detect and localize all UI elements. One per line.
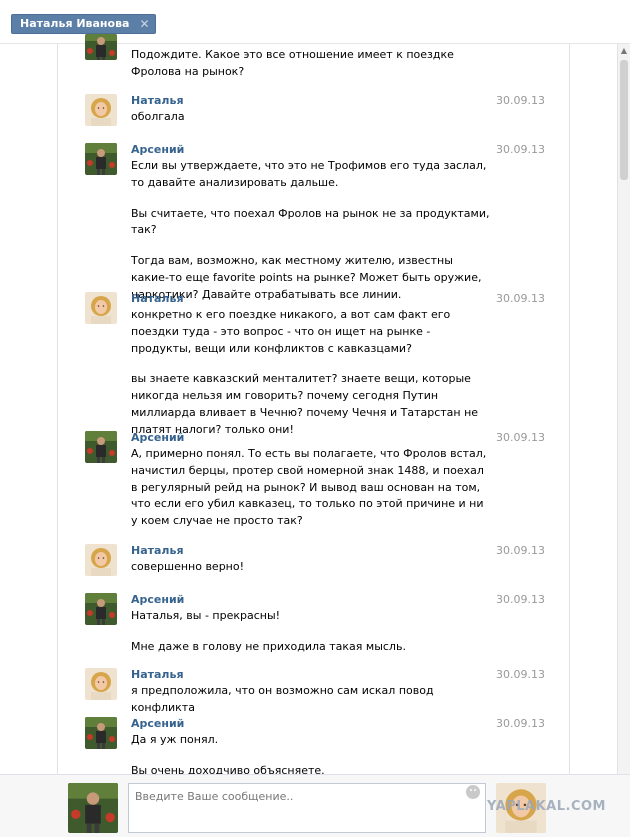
message-date: 30.09.13 [496, 593, 545, 606]
message-input[interactable] [128, 783, 486, 833]
close-icon[interactable]: ✕ [138, 18, 150, 30]
natalya-avatar[interactable] [85, 544, 117, 576]
message-text: Вы очень доходчиво объясняете. [131, 763, 325, 774]
arseny-avatar[interactable] [85, 593, 117, 625]
sender-name[interactable]: Наталья [131, 544, 491, 558]
arseny-avatar[interactable] [85, 717, 117, 749]
message-item: Арсений Да я уж понял. Вы очень доходчив… [85, 717, 545, 774]
message-text: Да я уж понял. [131, 733, 219, 746]
dialog-tab-label: Наталья Иванова [20, 17, 130, 30]
message-text: конкретно к его поездке никакого, а вот … [131, 308, 451, 355]
sender-name[interactable]: Наталья [131, 668, 491, 682]
sender-name[interactable]: Арсений [131, 143, 491, 157]
sender-name[interactable]: Арсений [131, 431, 491, 445]
smile-icon[interactable] [466, 785, 480, 799]
message-text: вы знаете кавказский менталитет? знаете … [131, 372, 479, 436]
message-text: А, примерно понял. То есть вы полагаете,… [131, 447, 487, 528]
arseny-avatar[interactable] [85, 431, 117, 463]
natalya-avatar[interactable] [85, 668, 117, 700]
message-date: 30.09.13 [496, 94, 545, 107]
message-text: Если вы утверждаете, что это не Трофимов… [131, 159, 487, 189]
message-text: Мне даже в голову не приходила такая мыс… [131, 639, 406, 653]
message-date: 30.09.13 [496, 668, 545, 681]
arseny-avatar[interactable] [85, 34, 117, 60]
message-text: совершенно верно! [131, 560, 245, 573]
message-date: 30.09.13 [496, 431, 545, 444]
message-date: 30.09.13 [496, 717, 545, 730]
own-avatar[interactable] [68, 783, 118, 833]
sender-name[interactable]: Наталья [131, 292, 491, 306]
message-text: Подождите. Какое это все отношение имеет… [131, 48, 454, 78]
sender-name[interactable]: Арсений [131, 717, 491, 731]
scrollbar[interactable]: ▲ [617, 44, 630, 774]
watermark: YAPLAKAL.COM [487, 799, 606, 814]
sender-name[interactable]: Арсений [131, 593, 491, 607]
message-text: Вы считаете, что поехал Фролов на рынок … [131, 206, 490, 237]
message-date: 30.09.13 [496, 544, 545, 557]
message-text: оболгала [131, 110, 185, 123]
natalya-avatar[interactable] [85, 94, 117, 126]
scroll-up-icon[interactable]: ▲ [618, 44, 630, 58]
message-text: я предположила, что он возможно сам иска… [131, 684, 434, 714]
message-text: Наталья, вы - прекрасны! [131, 609, 281, 622]
natalya-avatar[interactable] [85, 292, 117, 324]
sender-name[interactable]: Наталья [131, 94, 491, 108]
arseny-avatar[interactable] [85, 143, 117, 175]
message-date: 30.09.13 [496, 292, 545, 305]
scrollbar-thumb[interactable] [620, 60, 628, 180]
message-date: 30.09.13 [496, 143, 545, 156]
dialog-tab[interactable]: Наталья Иванова ✕ [11, 14, 157, 34]
